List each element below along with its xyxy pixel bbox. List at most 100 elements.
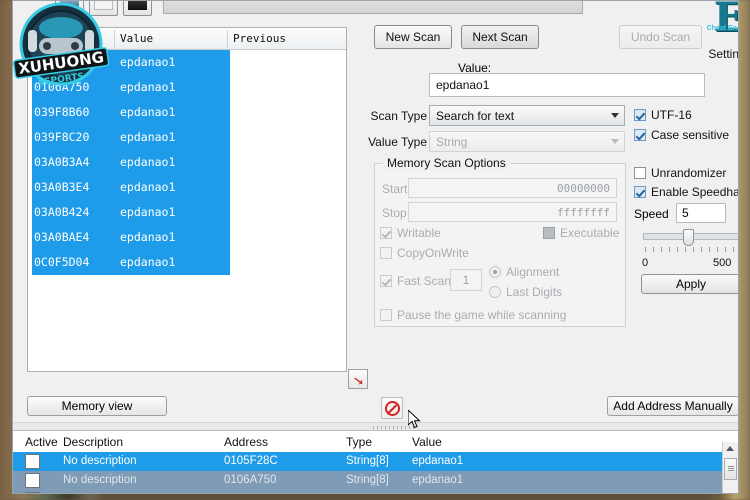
- unrandomizer-label: Unrandomizer: [651, 166, 727, 180]
- cheat-engine-logo-icon[interactable]: E Cheat Engine: [701, 1, 738, 45]
- radio-dot: [489, 266, 501, 278]
- result-row[interactable]: 0C0F5D04 epdanao1: [28, 250, 346, 275]
- start-address-input[interactable]: 00000000: [408, 178, 617, 198]
- chevron-down-icon: [611, 113, 619, 118]
- row-description: No description: [63, 455, 137, 467]
- cheat-table-scrollbar[interactable]: [722, 442, 738, 493]
- result-row[interactable]: 039F8B60 epdanao1: [28, 100, 346, 125]
- header-divider: [227, 30, 228, 48]
- result-value: epdanao1: [120, 255, 176, 269]
- result-address: 03A0BAE4: [34, 230, 90, 244]
- slider-thumb[interactable]: [683, 229, 694, 246]
- row-type: String[8]: [346, 455, 389, 467]
- result-value: epdanao1: [120, 80, 176, 94]
- radio-dot: [489, 286, 501, 298]
- row-type: String[8]: [346, 493, 389, 494]
- row-description: No description: [63, 474, 137, 486]
- executable-label: Executable: [560, 226, 620, 240]
- cheat-engine-window: Fo Address Value Previous 0105F28Cepdana…: [12, 0, 739, 494]
- writable-label: Writable: [397, 226, 441, 240]
- result-value: epdanao1: [120, 205, 176, 219]
- table-row[interactable]: No description 039F8B60 String[8] epdanao1: [13, 490, 738, 494]
- case-sensitive-label: Case sensitive: [651, 128, 730, 142]
- row-value: epdanao1: [412, 493, 463, 494]
- fast-scan-value-input[interactable]: 1: [450, 269, 482, 291]
- last-digits-label: Last Digits: [506, 285, 563, 299]
- table-row[interactable]: No description 0106A750 String[8] epdanao1: [13, 471, 738, 490]
- memory-view-button[interactable]: Memory view: [27, 396, 167, 416]
- apply-button[interactable]: Apply: [641, 274, 738, 294]
- undo-scan-button[interactable]: Undo Scan: [619, 25, 702, 49]
- enable-speedhack-label: Enable Speedhack: [651, 185, 738, 199]
- scan-value-input[interactable]: epdanao1: [429, 73, 705, 97]
- result-row[interactable]: 03A0B424 epdanao1: [28, 200, 346, 225]
- row-value: epdanao1: [412, 455, 464, 467]
- speed-input[interactable]: 5: [676, 203, 726, 223]
- scan-type-value: Search for text: [436, 109, 515, 123]
- alignment-label: Alignment: [506, 265, 560, 279]
- scan-progress-bar: [163, 1, 583, 14]
- settings-label[interactable]: Settings: [701, 47, 738, 61]
- speed-label: Speed: [634, 207, 669, 221]
- scroll-up-icon[interactable]: [726, 446, 734, 451]
- red-arrow-icon[interactable]: ➞: [348, 369, 368, 390]
- result-value: epdanao1: [120, 55, 176, 69]
- next-scan-button[interactable]: Next Scan: [461, 25, 539, 49]
- row-address: 0105F28C: [224, 455, 278, 467]
- row-address: 039F8B60: [224, 493, 277, 494]
- speed-range-max: 500: [713, 257, 732, 269]
- speed-range-min: 0: [642, 257, 649, 269]
- result-row[interactable]: 039F8C20 epdanao1: [28, 125, 346, 150]
- open-file-icon[interactable]: [123, 1, 152, 16]
- checkbox-box: [634, 129, 646, 141]
- result-value: epdanao1: [120, 105, 176, 119]
- no-entry-icon[interactable]: [381, 397, 403, 419]
- checkbox-box: [634, 109, 646, 121]
- checkbox-box: [543, 227, 555, 239]
- row-active-checkbox[interactable]: [25, 492, 40, 493]
- memory-scan-options-title: Memory Scan Options: [383, 156, 510, 170]
- speed-slider[interactable]: [643, 229, 738, 246]
- result-row[interactable]: 03A0B3A4 epdanao1: [28, 150, 346, 175]
- checkbox-box: [634, 167, 646, 179]
- new-scan-button[interactable]: New Scan: [374, 25, 452, 49]
- add-address-manually-button[interactable]: Add Address Manually: [607, 396, 738, 416]
- result-value: epdanao1: [120, 155, 176, 169]
- result-address: 039F8C20: [34, 130, 90, 144]
- utf16-label: UTF-16: [651, 108, 692, 122]
- cheat-table-header-description: Description: [63, 435, 124, 449]
- value-type-label: Value Type: [368, 135, 427, 149]
- result-row[interactable]: 03A0B3E4 epdanao1: [28, 175, 346, 200]
- scan-type-select[interactable]: Search for text: [429, 105, 625, 126]
- checkbox-box: [380, 275, 392, 287]
- checkbox-box: [380, 247, 392, 259]
- stop-address-input[interactable]: ffffffff: [408, 202, 617, 222]
- cheat-table-header-type: Type: [346, 435, 373, 449]
- result-row[interactable]: 03A0BAE4 epdanao1: [28, 225, 346, 250]
- checkbox-box: [380, 309, 392, 321]
- row-address: 0106A750: [224, 474, 277, 486]
- value-type-select[interactable]: String: [429, 131, 625, 152]
- result-address: 03A0B3A4: [34, 155, 90, 169]
- row-active-checkbox[interactable]: [25, 454, 40, 469]
- stop-label: Stop: [382, 206, 407, 220]
- cheat-table[interactable]: Active Description Address Type Value No…: [13, 430, 738, 494]
- cheat-engine-logo-caption: Cheat Engine: [706, 25, 738, 32]
- pause-game-label: Pause the game while scanning: [397, 308, 567, 322]
- result-address: 039F8B60: [34, 105, 90, 119]
- scrollbar-thumb[interactable]: [724, 458, 737, 480]
- result-value: epdanao1: [120, 130, 176, 144]
- copyonwrite-label: CopyOnWrite: [397, 246, 469, 260]
- results-header-previous: Previous: [233, 32, 286, 45]
- cheat-table-header-active: Active: [25, 435, 58, 449]
- row-active-checkbox[interactable]: [25, 473, 40, 488]
- result-value: epdanao1: [120, 230, 176, 244]
- scan-type-label: Scan Type: [370, 109, 427, 123]
- result-address: 0C0F5D04: [34, 255, 90, 269]
- row-value: epdanao1: [412, 474, 464, 486]
- result-value: epdanao1: [120, 180, 176, 194]
- results-header-value: Value: [120, 32, 154, 45]
- cheat-table-header-value: Value: [412, 435, 442, 449]
- table-row[interactable]: No description 0105F28C String[8] epdanao1: [13, 452, 738, 472]
- start-label: Start: [382, 182, 408, 196]
